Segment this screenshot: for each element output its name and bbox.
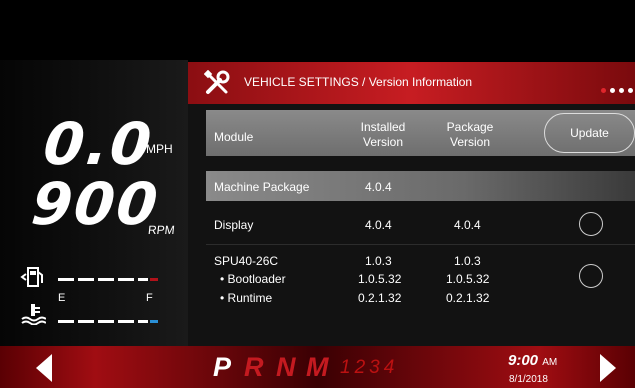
spu-installed: 1.0.3 [365,254,392,268]
rpm-readout: 900 [28,170,163,238]
clock-time: 9:00 AM [508,352,558,369]
column-header-module: Module [214,130,254,144]
display-package: 4.0.4 [454,218,481,232]
runtime-installed: 0.2.1.32 [358,291,402,305]
speed-readout: 0.0 [40,110,157,178]
coolant-level-bar [58,320,158,323]
update-button[interactable]: Update [544,113,635,153]
machine-package-label: Machine Package [214,180,310,194]
panel-title: VEHICLE SETTINGS / Version Information [244,75,473,89]
speed-unit: MPH [146,142,173,156]
gear-numbers: 1234 [340,357,399,378]
coolant-temp-icon [21,304,46,325]
gear-r: R [244,352,264,382]
display-select-radio[interactable] [579,212,603,236]
display-label: Display [214,218,254,232]
spu-label: SPU40-26C [214,254,279,268]
row-divider [206,244,635,245]
column-header-package: Package Version [446,120,494,149]
gear-n: N [276,352,296,382]
bootloader-installed: 1.0.5.32 [358,272,402,286]
runtime-label: • Runtime [220,291,273,305]
page-indicator [597,80,633,98]
previous-page-arrow-icon[interactable] [36,354,52,382]
bootloader-package: 1.0.5.32 [446,272,490,286]
spu-package: 1.0.3 [454,254,481,268]
fuel-full-label: F [146,292,153,304]
fuel-level-bar [58,278,158,281]
panel-header: VEHICLE SETTINGS / Version Information [188,62,635,104]
clock-date: 8/1/2018 [509,374,548,385]
fuel-empty-label: E [58,292,66,304]
fuel-pump-icon [20,267,43,287]
gear-m: M [306,352,329,382]
gear-p: P [213,352,232,382]
bootloader-label: • Bootloader [220,272,286,286]
next-page-arrow-icon[interactable] [600,354,616,382]
wrench-screwdriver-icon [204,70,230,94]
spu-select-radio[interactable] [579,264,603,288]
version-info-panel: VEHICLE SETTINGS / Version Information M… [188,62,635,346]
rpm-unit: RPM [147,223,176,237]
display-installed: 4.0.4 [365,218,392,232]
machine-package-installed: 4.0.4 [365,180,392,194]
runtime-package: 0.2.1.32 [446,291,490,305]
top-blank-bar [0,0,635,60]
column-header-installed: Installed Version [360,120,406,149]
